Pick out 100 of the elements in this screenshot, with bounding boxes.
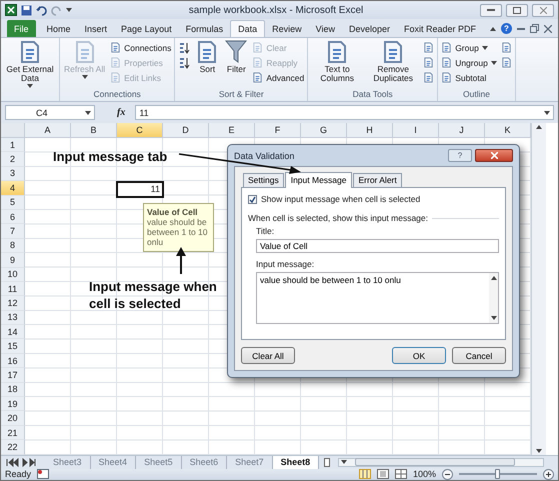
ribbon-tab[interactable]: Review (265, 20, 309, 37)
ribbon-icon-button[interactable] (500, 42, 512, 53)
plus-icon (546, 472, 551, 477)
title-field[interactable]: Value of Cell (256, 239, 499, 253)
undo-icon[interactable] (36, 4, 47, 16)
ribbon-icon-button[interactable] (500, 57, 512, 68)
zoom-out-button[interactable] (442, 468, 453, 480)
ribbon-icon-button[interactable] (423, 42, 434, 53)
filter-button[interactable]: Filter (224, 40, 248, 85)
ribbon-tab[interactable]: Page Layout (114, 20, 179, 37)
column-header[interactable]: I (393, 123, 439, 138)
dialog-button[interactable]: Clear All (241, 347, 295, 364)
column-header[interactable]: A (25, 123, 71, 138)
ribbon-tab[interactable]: Home (40, 20, 78, 37)
save-icon[interactable] (21, 4, 32, 16)
row-header[interactable]: 18 (1, 382, 25, 398)
restore-icon[interactable] (530, 24, 539, 33)
column-header[interactable]: K (485, 123, 531, 138)
row-header[interactable]: 3 (1, 166, 25, 182)
ribbon-icon-button[interactable] (423, 57, 434, 68)
ribbon-button[interactable]: Subtotal (441, 72, 497, 83)
row-header[interactable]: 9 (1, 253, 25, 268)
column-header[interactable]: E (209, 123, 255, 138)
sort-icon (178, 42, 190, 54)
checkbox[interactable] (248, 194, 257, 204)
row-header[interactable]: 12 (1, 296, 25, 311)
help-icon[interactable]: ? (501, 23, 512, 34)
row-header[interactable]: 5 (1, 196, 25, 210)
new-sheet-icon[interactable] (322, 456, 332, 469)
document-icon (110, 57, 122, 68)
row-header[interactable]: 16 (1, 354, 25, 368)
active-cell[interactable]: 11 (116, 181, 164, 198)
column-header[interactable]: D (163, 123, 209, 138)
row-header[interactable]: 22 (1, 440, 25, 455)
close-icon[interactable] (544, 24, 552, 32)
ribbon-button[interactable]: Get External Data (4, 40, 56, 85)
row-header[interactable]: 11 (1, 282, 25, 296)
ribbon-tab[interactable]: Developer (342, 20, 398, 37)
document-icon (110, 42, 122, 53)
row-header[interactable]: 20 (1, 411, 25, 426)
column-header[interactable]: G (301, 123, 347, 138)
row-header[interactable]: 21 (1, 426, 25, 440)
ribbon-button[interactable]: Advanced (252, 72, 304, 83)
ribbon-icon-button[interactable] (423, 72, 434, 83)
close-button[interactable] (475, 149, 513, 162)
row-header[interactable]: 2 (1, 152, 25, 167)
sort-button[interactable] (178, 56, 190, 68)
row-header[interactable]: 6 (1, 210, 25, 224)
name-box[interactable]: C4 (5, 105, 95, 120)
ribbon-button[interactable]: Text to Columns (311, 40, 364, 85)
horizontal-scrollbar[interactable] (338, 458, 544, 467)
row-header[interactable]: 8 (1, 238, 25, 254)
ribbon-button[interactable]: Group (441, 42, 497, 53)
maximize-button[interactable] (506, 4, 528, 16)
message-field[interactable]: value should be between 1 to 10 onlu (256, 272, 499, 324)
ribbon-tab[interactable]: Insert (78, 20, 114, 37)
row-header[interactable]: 17 (1, 368, 25, 383)
row-header[interactable]: 7 (1, 224, 25, 239)
page-layout-view-icon[interactable] (376, 469, 389, 480)
dialog-button[interactable]: Cancel (452, 347, 506, 364)
macro-record-icon[interactable] (37, 469, 50, 480)
minimize-button[interactable] (480, 4, 502, 16)
sort-button[interactable] (178, 42, 190, 54)
column-header[interactable]: C (117, 123, 163, 138)
ribbon-button[interactable]: Remove Duplicates (367, 40, 420, 85)
column-header[interactable]: H (347, 123, 393, 138)
dialog-tab[interactable]: Input Message (284, 172, 352, 188)
ribbon-tab[interactable]: Data (230, 20, 266, 37)
ribbon-tab[interactable]: Formulas (178, 20, 230, 37)
page-break-view-icon[interactable] (394, 469, 407, 480)
zoom-in-button[interactable] (543, 468, 554, 480)
ribbon-button[interactable]: Connections (110, 42, 172, 53)
normal-view-icon[interactable] (358, 469, 371, 480)
row-header[interactable]: 4 (1, 181, 25, 196)
dialog-tab[interactable]: Error Alert (353, 173, 402, 188)
column-header[interactable]: B (71, 123, 117, 138)
ribbon-button[interactable]: Sort (194, 40, 220, 85)
column-header[interactable]: J (439, 123, 485, 138)
dialog-button[interactable]: OK (392, 347, 446, 364)
row-header[interactable]: 19 (1, 397, 25, 412)
vertical-scrollbar[interactable] (531, 123, 546, 455)
row-header[interactable]: 14 (1, 325, 25, 340)
row-header[interactable]: 15 (1, 339, 25, 354)
ribbon-button[interactable]: Ungroup (441, 57, 497, 68)
funnel-icon (225, 40, 248, 64)
row-header[interactable]: 1 (1, 138, 25, 152)
formula-field[interactable]: 11 (135, 105, 554, 120)
row-header[interactable]: 13 (1, 310, 25, 326)
ribbon-tab[interactable]: View (308, 20, 342, 37)
sheet-tab[interactable]: Sheet8 (272, 456, 320, 469)
tooltip-title: Value of Cell (147, 206, 199, 217)
slider-thumb[interactable] (495, 469, 500, 480)
help-button[interactable]: ? (448, 149, 472, 162)
row-header[interactable]: 10 (1, 268, 25, 282)
field-label: Input message: (256, 259, 316, 269)
ribbon-tab[interactable]: Foxit Reader PDF (397, 20, 484, 37)
file-tab[interactable]: File (7, 20, 36, 37)
dialog-tab[interactable]: Settings (243, 173, 284, 188)
column-header[interactable]: F (255, 123, 301, 138)
document-icon (441, 42, 452, 53)
